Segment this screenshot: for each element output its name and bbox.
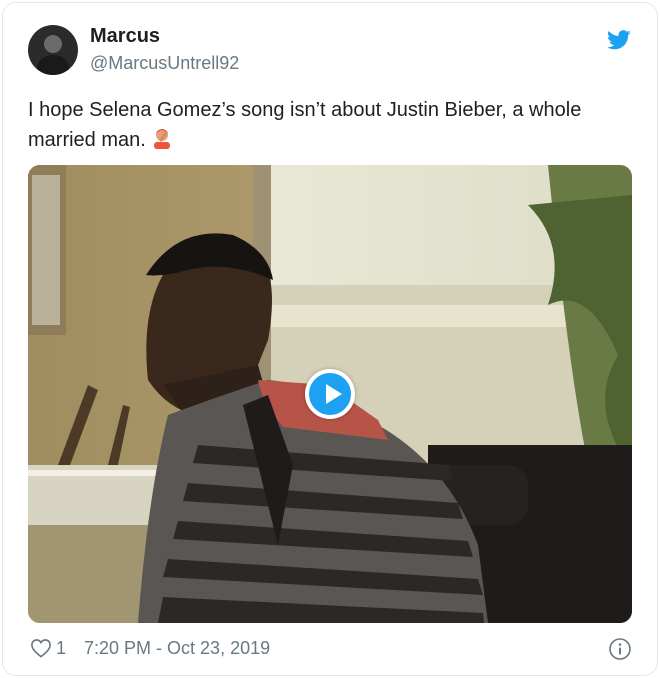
twitter-bird-icon[interactable] [607,30,631,50]
facepalm-emoji [153,129,170,149]
tweet-body: I hope Selena Gomez’s song isn’t about J… [28,99,582,151]
author-handle[interactable]: @MarcusUntrell92 [90,53,239,74]
author-display-name[interactable]: Marcus [90,25,160,48]
heart-icon[interactable] [30,638,52,658]
video-player[interactable] [28,165,632,623]
tweet-text: I hope Selena Gomez’s song isn’t about J… [28,95,628,155]
tweet-footer: 1 7:20 PM - Oct 23, 2019 [30,636,270,660]
like-count[interactable]: 1 [56,638,66,659]
play-button[interactable] [305,369,355,419]
avatar[interactable] [28,25,78,75]
info-icon[interactable] [608,637,632,661]
tweet-timestamp[interactable]: 7:20 PM - Oct 23, 2019 [84,638,270,659]
